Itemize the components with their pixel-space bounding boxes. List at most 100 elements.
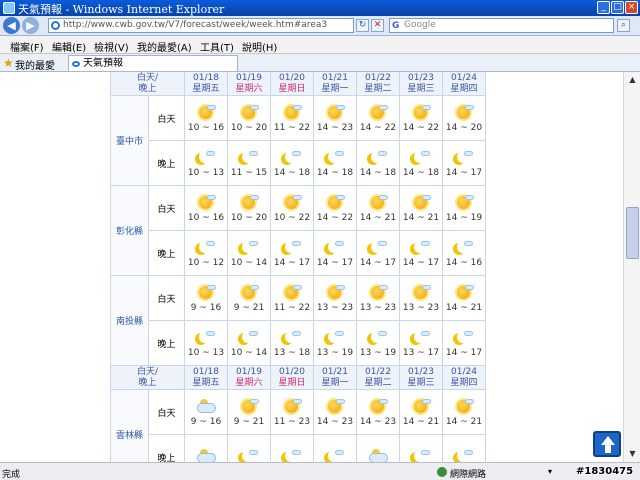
forecast-cell: 14 ~ 20 (442, 95, 486, 141)
close-button[interactable]: × (625, 1, 638, 14)
moon-icon (411, 238, 431, 256)
moon-icon (454, 148, 474, 166)
temperature-range: 14 ~ 23 (316, 417, 354, 427)
date-label: 01/18 (193, 366, 219, 377)
city-name[interactable]: 南投縣 (110, 275, 149, 366)
temperature-range: 11 ~ 22 (273, 123, 311, 133)
forecast-cell: 14 ~ 18 (270, 140, 314, 186)
menu-edit[interactable]: 編輯(E) (52, 39, 86, 54)
menu-view[interactable]: 檢視(V) (94, 39, 129, 54)
scroll-down-icon[interactable]: ▼ (626, 447, 639, 460)
period-label: 白天 (148, 275, 185, 321)
temperature-range: 10 ~ 13 (187, 348, 225, 358)
date-header: 01/22 星期二 (356, 72, 400, 96)
cloud-icon (196, 447, 216, 462)
sun-icon (368, 193, 388, 211)
cloud-puff (378, 241, 387, 246)
cloud-puff (379, 399, 388, 404)
moon-icon (239, 328, 259, 346)
favorites-button[interactable]: 我的最愛 (15, 57, 55, 72)
menu-tools[interactable]: 工具(T) (200, 39, 234, 54)
forecast-cell: 11 ~ 22 (270, 95, 314, 141)
forecast-cell: 14 ~ 22 (399, 95, 443, 141)
moon-icon (411, 328, 431, 346)
forecast-cell: 14 ~ 18 (313, 140, 357, 186)
search-input[interactable]: G Google (389, 18, 614, 33)
cloud-puff (421, 450, 430, 455)
forecast-cell (399, 434, 443, 462)
cloud-puff (293, 285, 302, 290)
cloud-puff (292, 241, 301, 246)
cloud-puff (336, 195, 345, 200)
temperature-range: 14 ~ 21 (402, 213, 440, 223)
back-to-top-button[interactable] (593, 431, 621, 457)
refresh-icon[interactable]: ↻ (356, 19, 369, 32)
forecast-cell: 13 ~ 18 (270, 320, 314, 366)
cloud-puff (335, 331, 344, 336)
sun-icon (282, 397, 302, 415)
cloud-puff (421, 241, 430, 246)
cloud-puff (293, 399, 302, 404)
temperature-range: 13 ~ 18 (273, 348, 311, 358)
zoom-dropdown[interactable]: ▾ (548, 467, 552, 476)
cloud-puff (250, 399, 259, 404)
temperature-range: 14 ~ 18 (316, 168, 354, 178)
globe-icon (437, 467, 447, 477)
temperature-range: 14 ~ 21 (359, 213, 397, 223)
stop-icon[interactable]: ✕ (371, 19, 384, 32)
status-bar: 完成 網際網路 ▾ #1830475 (0, 462, 640, 480)
temperature-range: 9 ~ 16 (190, 303, 222, 313)
sun-icon (282, 103, 302, 121)
temperature-range: 9 ~ 21 (233, 417, 265, 427)
cloud-puff (421, 331, 430, 336)
sun-icon (196, 103, 216, 121)
menu-help[interactable]: 說明(H) (242, 39, 277, 54)
menu-file[interactable]: 檔案(F) (10, 39, 44, 54)
temperature-range: 10 ~ 16 (187, 213, 225, 223)
forecast-cell: 13 ~ 23 (399, 275, 443, 321)
forecast-cell: 14 ~ 17 (442, 320, 486, 366)
menu-favorites[interactable]: 我的最愛(A) (137, 39, 192, 54)
moon-icon (368, 238, 388, 256)
sun-icon (325, 397, 345, 415)
temperature-range: 14 ~ 17 (402, 258, 440, 268)
vertical-scrollbar[interactable]: ▲ ▼ (623, 72, 640, 462)
forecast-cell: 9 ~ 16 (184, 389, 228, 435)
temperature-range: 13 ~ 23 (359, 303, 397, 313)
watermark: #1830475 (576, 466, 634, 477)
forecast-cell: 11 ~ 15 (227, 140, 271, 186)
maximize-button[interactable]: □ (611, 1, 624, 14)
forward-button[interactable]: ▶ (22, 17, 39, 34)
tab-weather[interactable]: 天氣預報 (68, 55, 238, 71)
city-name[interactable]: 彰化縣 (110, 185, 149, 276)
address-toolbar: ◀ ▶ http://www.cwb.gov.tw/V7/forecast/we… (0, 16, 640, 36)
date-label: 01/24 (451, 72, 477, 83)
menu-bar: 檔案(F) 編輯(E) 檢視(V) 我的最愛(A) 工具(T) 說明(H) (0, 36, 640, 54)
cloud-puff (207, 105, 216, 110)
temperature-range: 14 ~ 18 (359, 168, 397, 178)
city-name[interactable]: 臺中市 (110, 95, 149, 186)
temperature-range: 14 ~ 23 (359, 417, 397, 427)
scroll-thumb[interactable] (626, 207, 639, 259)
tab-label: 天氣預報 (83, 58, 123, 69)
cloud-puff (335, 241, 344, 246)
moon-icon (282, 447, 302, 462)
page-content: 白天/晚上 01/18 星期五 01/19 星期六 01/20 星期日 01/21 星期一 01/… (0, 72, 623, 462)
cloud-puff (293, 195, 302, 200)
minimize-button[interactable]: _ (597, 1, 610, 14)
search-icon[interactable]: ⌕ (617, 19, 630, 32)
favorites-star-icon[interactable]: ★ (3, 56, 14, 70)
date-label: 01/24 (451, 366, 477, 377)
cloud-puff (379, 105, 388, 110)
forecast-cell: 13 ~ 19 (313, 320, 357, 366)
sun-icon (282, 283, 302, 301)
cloud-puff (336, 285, 345, 290)
title-bar: 天氣預報 - Windows Internet Explorer _ □ × (0, 0, 640, 16)
scroll-up-icon[interactable]: ▲ (626, 73, 639, 86)
temperature-range: 13 ~ 23 (402, 303, 440, 313)
address-bar[interactable]: http://www.cwb.gov.tw/V7/forecast/week/w… (48, 18, 354, 33)
weekday-label: 星期二 (364, 83, 392, 94)
forecast-cell: 10 ~ 16 (184, 95, 228, 141)
city-name[interactable]: 雲林縣 (110, 389, 149, 462)
back-button[interactable]: ◀ (3, 17, 20, 34)
